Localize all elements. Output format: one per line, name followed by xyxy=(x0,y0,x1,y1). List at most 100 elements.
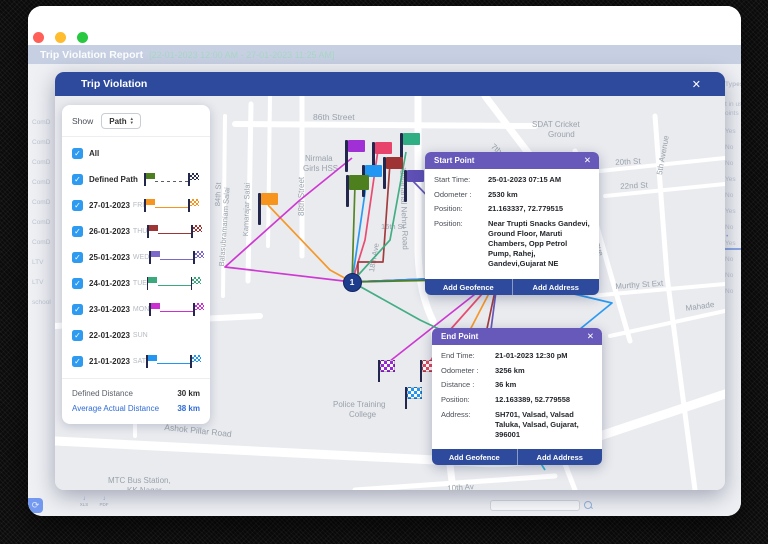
detail-label: Odometer : xyxy=(434,189,472,199)
start-flag-icon xyxy=(147,224,158,238)
background-list-item: ComD xyxy=(32,199,51,206)
detail-value: 21.163337, 72.779515 xyxy=(488,204,564,214)
legend-path-preview xyxy=(144,172,200,186)
legend-row-27-01-2023[interactable]: ✓ 27-01-2023 FRI xyxy=(72,192,200,218)
flag-cloth xyxy=(192,276,202,284)
background-row-highlight-line xyxy=(723,248,741,250)
start-flag-icon xyxy=(149,302,160,316)
flag-cloth xyxy=(189,172,199,180)
path-select-dropdown[interactable]: Path ▴ ▾ xyxy=(101,113,141,129)
minimize-window-button[interactable] xyxy=(55,32,66,43)
legend-date-label: All xyxy=(89,148,100,158)
checkbox-checked[interactable]: ✓ xyxy=(72,329,83,341)
background-list-item: LTV xyxy=(32,279,44,286)
flag-cloth xyxy=(194,250,204,258)
background-column-text: t in use xyxy=(725,101,741,108)
path-legend-panel: Show Path ▴ ▾ ✓ All ✓ Defined Path ✓ 27-01-202… xyxy=(62,105,210,424)
checkbox-checked[interactable]: ✓ xyxy=(72,173,83,185)
detail-row: Position: 21.163337, 72.779515 xyxy=(434,204,591,214)
legend-date-label: 26-01-2023 xyxy=(89,226,130,236)
flag-cloth xyxy=(402,133,420,145)
checkered-flag-icon xyxy=(188,172,200,186)
map-canvas[interactable]: 86th Street Nirmala Girls HSS SDAT Cricket G… xyxy=(55,96,725,490)
add-address-button[interactable]: Add Address xyxy=(512,279,599,295)
background-vehicle-list: ComD ComD ComD ComD ComD ComD ComD LTV LTV school xyxy=(28,69,55,489)
export-xls-button[interactable]: ↓ XLS xyxy=(76,496,92,508)
detail-row: Position: 12.163389, 52.779558 xyxy=(441,395,594,405)
add-geofence-button[interactable]: Add Geofence xyxy=(432,449,518,466)
legend-day-label: SAT xyxy=(132,357,147,365)
report-title: Trip Violation Report xyxy=(40,48,144,61)
add-geofence-button[interactable]: Add Geofence xyxy=(425,279,513,295)
add-address-button[interactable]: Add Address xyxy=(517,449,602,466)
background-column-text: Yes xyxy=(725,208,736,215)
flag-cloth xyxy=(194,302,204,310)
checkered-flag-icon xyxy=(193,302,205,316)
path-line xyxy=(160,258,194,261)
search-icon[interactable] xyxy=(584,501,592,509)
show-filter-row: Show Path ▴ ▾ xyxy=(62,105,210,136)
report-titlebar: Trip Violation Report [22-01-2023 12:00 … xyxy=(28,45,741,64)
legend-path-preview xyxy=(149,302,205,316)
flag-cloth xyxy=(407,387,422,399)
checkbox-checked[interactable]: ✓ xyxy=(72,225,83,237)
legend-day-label: THU xyxy=(132,227,148,235)
flag-cloth xyxy=(145,198,155,205)
zoom-window-button[interactable] xyxy=(77,32,88,43)
trip-stop-marker-1[interactable]: 1 xyxy=(342,272,362,292)
legend-path-preview xyxy=(147,224,203,238)
legend-row-26-01-2023[interactable]: ✓ 26-01-2023 THU xyxy=(72,218,203,244)
background-list-item: ComD xyxy=(32,159,51,166)
flag-cloth xyxy=(150,250,160,257)
legend-date-label: 27-01-2023 xyxy=(89,200,130,210)
window-chrome xyxy=(28,6,741,45)
start-flag-marker[interactable] xyxy=(383,157,405,189)
flag-cloth xyxy=(380,360,395,372)
legend-path-preview xyxy=(149,250,205,264)
legend-row-23-01-2023[interactable]: ✓ 23-01-2023 MON xyxy=(72,296,204,322)
modal-title: Trip Violation xyxy=(81,78,148,90)
path-line xyxy=(157,284,191,287)
checkbox-checked[interactable]: ✓ xyxy=(72,277,83,289)
background-toolbar: ⟳ ↓ XLS ↓ PDF xyxy=(28,494,741,516)
background-column-text: Yes xyxy=(725,128,736,135)
background-column-text: No xyxy=(725,288,734,295)
background-column-text: No xyxy=(725,224,734,231)
end-checkered-flag-marker[interactable] xyxy=(378,360,396,382)
detail-value: 2530 km xyxy=(488,189,518,199)
flag-cloth xyxy=(385,157,403,169)
checkbox-checked[interactable]: ✓ xyxy=(72,199,83,211)
end-point-details: End Time: 21-01-2023 12:30 pM Odometer : 32… xyxy=(432,345,602,449)
close-icon[interactable]: ✕ xyxy=(692,72,701,96)
detail-row: Address: SH701, Valsad, Valsad Taluka, Va… xyxy=(441,410,594,440)
legend-row-25-01-2023[interactable]: ✓ 25-01-2023 WED xyxy=(72,244,204,270)
checkered-flag-icon xyxy=(190,276,203,290)
search-input[interactable] xyxy=(490,500,580,511)
detail-row: Distance : 36 km xyxy=(441,380,594,390)
export-pdf-button[interactable]: ↓ PDF xyxy=(96,496,112,508)
legend-row-24-01-2023[interactable]: ✓ 24-01-2023 TUE xyxy=(72,270,203,296)
legend-path-preview xyxy=(146,276,203,290)
start-flag-marker[interactable] xyxy=(258,193,280,225)
legend-row-21-01-2023[interactable]: ✓ 21-01-2023 SAT xyxy=(72,348,201,374)
end-checkered-flag-marker[interactable] xyxy=(405,387,423,409)
checkbox-checked[interactable]: ✓ xyxy=(72,251,83,263)
refresh-icon[interactable]: ⟳ xyxy=(28,498,43,513)
background-column-text: Yes xyxy=(725,176,736,183)
detail-value: Near Trupti Snacks Gandevi, Ground Floor… xyxy=(488,218,590,269)
start-flag-marker[interactable] xyxy=(404,170,426,202)
detail-label: Position: xyxy=(434,204,463,214)
close-icon[interactable]: ✕ xyxy=(587,328,594,345)
close-icon[interactable]: ✕ xyxy=(584,152,591,169)
background-list-item: ComD xyxy=(32,119,51,126)
close-window-button[interactable] xyxy=(33,32,44,43)
flag-cloth xyxy=(189,198,199,206)
start-flag-marker[interactable] xyxy=(346,175,369,207)
legend-row-22-01-2023[interactable]: ✓ 22-01-2023 SUN xyxy=(72,322,200,348)
checkbox-checked[interactable]: ✓ xyxy=(72,303,83,315)
checkbox-checked[interactable]: ✓ xyxy=(72,355,83,367)
legend-row-all[interactable]: ✓ All xyxy=(72,140,200,166)
checkbox-checked[interactable]: ✓ xyxy=(72,147,83,159)
path-line xyxy=(160,310,194,313)
legend-row-defined-path[interactable]: ✓ Defined Path xyxy=(72,166,200,192)
